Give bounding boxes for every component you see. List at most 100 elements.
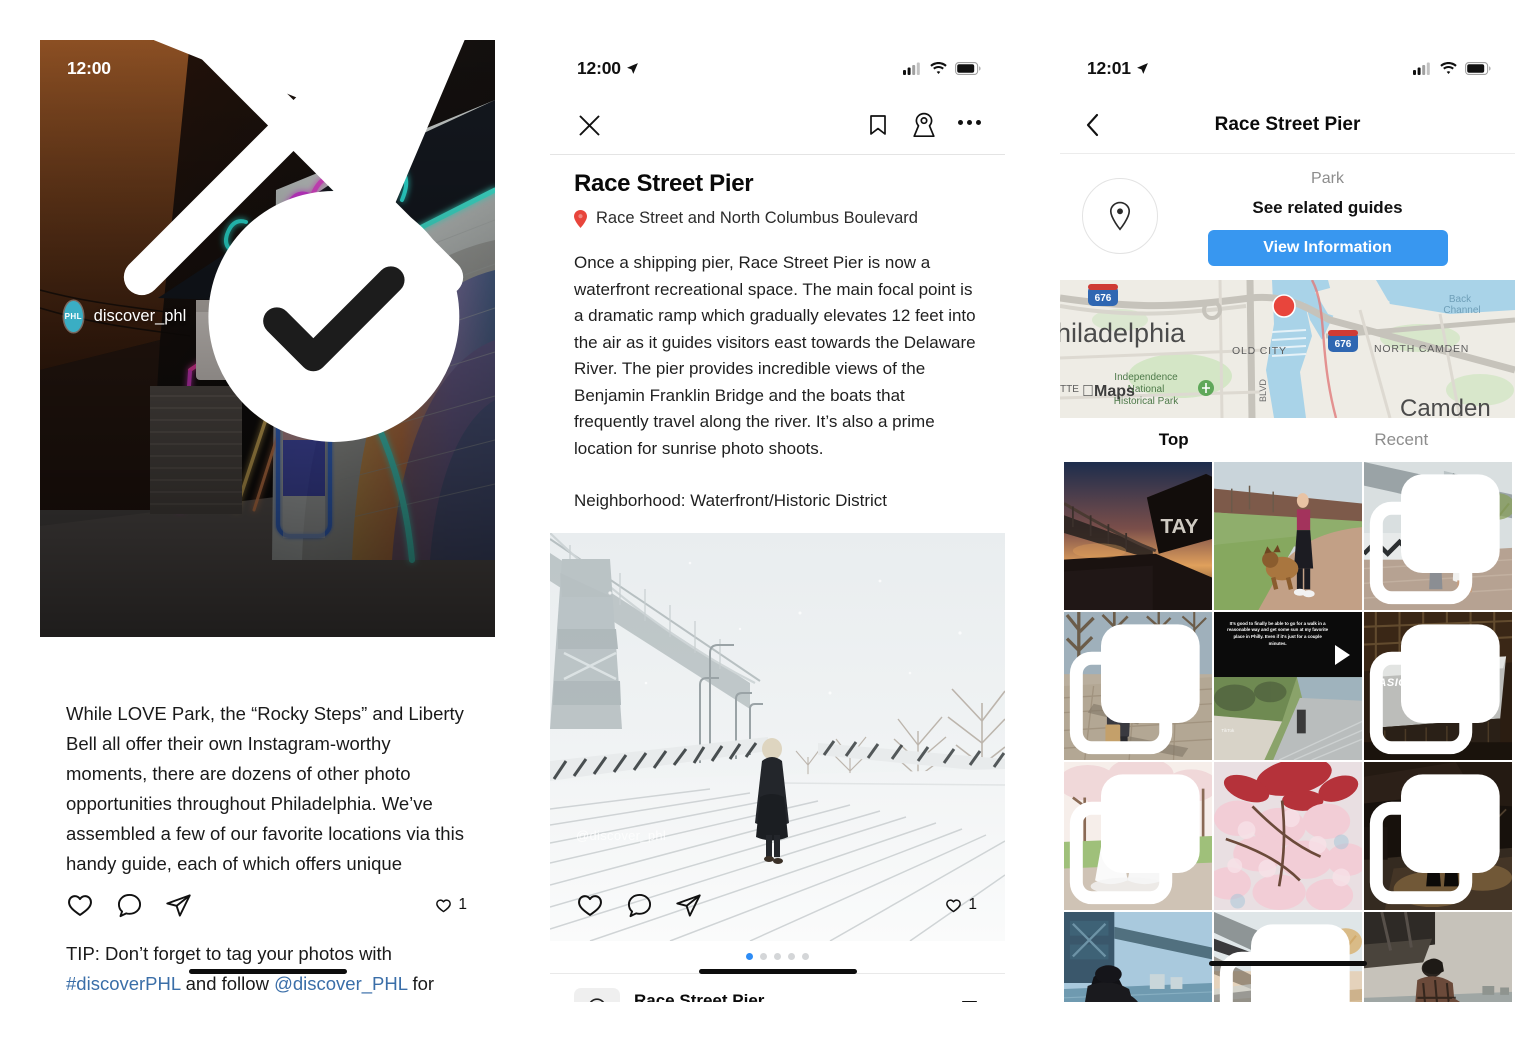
like-count: 1 [968, 896, 977, 913]
location-pin-icon [574, 209, 587, 228]
hashtag-link[interactable]: #discoverPHL [66, 973, 180, 994]
bookmark-icon[interactable] [958, 999, 981, 1002]
nav-bar [550, 96, 1005, 154]
interstate-shield: 676 [1088, 284, 1118, 306]
carousel-badge-icon [1069, 774, 1200, 905]
place-card-name: Race Street Pier [634, 991, 765, 1002]
status-bar: 12:01 [1060, 40, 1515, 96]
battery-icon [955, 61, 981, 75]
carousel-dot[interactable] [788, 953, 795, 960]
carousel-badge-icon [1369, 474, 1500, 605]
grid-cell-bridge-sunset[interactable]: TAY [1064, 462, 1212, 610]
grid-cell-pasion-y-arte[interactable]: PASION y ARTE FLAMENCO [1364, 612, 1512, 760]
place-header: Race Street Pier Race Street and North C… [550, 155, 1005, 228]
grid-cell-photographer-bridge[interactable] [1064, 912, 1212, 1002]
svg-text:BLVD: BLVD [1258, 379, 1268, 402]
home-indicator[interactable] [698, 969, 857, 974]
location-category: Park [1311, 170, 1344, 187]
carousel-dot[interactable] [774, 953, 781, 960]
grid-cell-couple-walking[interactable] [1364, 462, 1512, 610]
location-pin-icon [1109, 201, 1131, 231]
share-icon[interactable] [675, 892, 702, 919]
like-count: 1 [458, 896, 467, 913]
location-arrow-icon [626, 62, 638, 74]
panel-place-detail: 12:00 Race Street Pier Race Street and N… [550, 40, 1005, 1002]
place-card[interactable]: Race Street Pier Philadelphia, PA [550, 972, 1005, 1002]
svg-text:Camden: Camden [1400, 395, 1491, 418]
close-icon[interactable] [66, 40, 495, 424]
grid-cell-woman-with-dog[interactable] [1214, 462, 1362, 610]
grid-cell-brides-cherry-blossoms[interactable] [1064, 762, 1212, 910]
map-pin-icon[interactable] [912, 112, 936, 138]
carousel-dot[interactable] [802, 953, 809, 960]
tab-top[interactable]: Top [1060, 418, 1288, 462]
nav-bar [40, 40, 495, 295]
location-meta: Park See related guides View Information [1158, 170, 1493, 266]
location-info: Park See related guides View Information [1060, 154, 1515, 266]
bookmark-icon[interactable] [866, 113, 890, 137]
action-bar: 1 [40, 878, 495, 932]
location-pin-icon [589, 997, 605, 1002]
hero-image: 13 PLACES Top Instagram Spots in Philade… [40, 40, 495, 637]
photo-watermark: @discover_phl [576, 828, 667, 843]
guide-body: While LOVE Park, the “Rocky Steps” and L… [40, 637, 495, 999]
grid-cell-person-under-trees[interactable] [1064, 612, 1212, 760]
carousel-dots[interactable] [550, 941, 1005, 973]
grid-cell-night-walk[interactable] [1364, 762, 1512, 910]
like-count-group: 1 [945, 896, 977, 914]
tip-prefix: TIP: Don’t forget to tag your photos wit… [66, 943, 392, 964]
play-icon[interactable] [1335, 644, 1350, 665]
status-indicators [903, 61, 981, 75]
battery-icon [1465, 61, 1491, 75]
grid-cell-video-walk-philly[interactable]: It’s good to finally be able to go for a… [1214, 612, 1362, 760]
home-indicator[interactable] [188, 969, 347, 974]
more-options-icon[interactable] [958, 119, 981, 131]
home-indicator[interactable] [1208, 961, 1367, 966]
view-information-button[interactable]: View Information [1207, 230, 1448, 266]
mention-link[interactable]: @discover_PHL [274, 973, 407, 994]
like-count-group: 1 [435, 896, 467, 914]
place-address-row: Race Street and North Columbus Boulevard [574, 209, 981, 228]
svg-text:676: 676 [1095, 293, 1112, 304]
place-title: Race Street Pier [574, 170, 754, 197]
status-bar: 12:00 [550, 40, 1005, 96]
heart-icon[interactable] [66, 891, 94, 919]
svg-text:TTE: TTE [1060, 384, 1079, 395]
svg-text:OLD CITY: OLD CITY [1232, 345, 1287, 357]
comment-icon[interactable] [116, 892, 143, 919]
status-time-group: 12:00 [577, 58, 639, 79]
grid-cell-man-plaid-shirt[interactable] [1364, 912, 1512, 1002]
comment-icon[interactable] [626, 892, 653, 919]
svg-text:Independence: Independence [1114, 372, 1178, 383]
feed-tabs: Top Recent [1060, 418, 1515, 462]
place-description-block: Once a shipping pier, Race Street Pier i… [550, 228, 1005, 515]
back-chevron-icon[interactable] [1082, 112, 1104, 138]
panel-guide-cover: 13 PLACES Top Instagram Spots in Philade… [40, 40, 495, 1002]
status-time: 12:00 [577, 57, 621, 78]
carousel-dot[interactable] [746, 953, 753, 960]
status-indicators [1413, 61, 1491, 75]
place-neighborhood: Neighborhood: Waterfront/Historic Distri… [574, 491, 888, 510]
place-card-text: Race Street Pier Philadelphia, PA [634, 991, 944, 1002]
grid-cell-couple-under-bridge[interactable] [1214, 912, 1362, 1002]
share-icon[interactable] [165, 892, 192, 919]
action-icons [66, 891, 192, 919]
wifi-icon [930, 61, 947, 74]
location-arrow-icon [1136, 62, 1148, 74]
cellular-signal-icon [903, 62, 920, 75]
related-guides-link[interactable]: See related guides [1162, 198, 1493, 218]
carousel-dot[interactable] [760, 953, 767, 960]
wifi-icon [1440, 61, 1457, 74]
grid-cell-cherry-blossom-closeup[interactable] [1214, 762, 1362, 910]
carousel-badge-icon [1369, 774, 1500, 905]
svg-text:NORTH CAMDEN: NORTH CAMDEN [1374, 343, 1469, 355]
close-icon[interactable] [576, 112, 603, 139]
tab-recent[interactable]: Recent [1288, 418, 1516, 462]
svg-text:Back: Back [1449, 294, 1472, 305]
status-time: 12:01 [1087, 57, 1131, 78]
location-avatar [1082, 178, 1158, 254]
place-thumbnail [574, 987, 620, 1002]
carousel-badge-icon [1369, 624, 1500, 755]
map-preview[interactable]: 676 676 hiladelphia OLD CITY NORTH CAMDE… [1060, 280, 1515, 418]
heart-icon[interactable] [576, 891, 604, 919]
